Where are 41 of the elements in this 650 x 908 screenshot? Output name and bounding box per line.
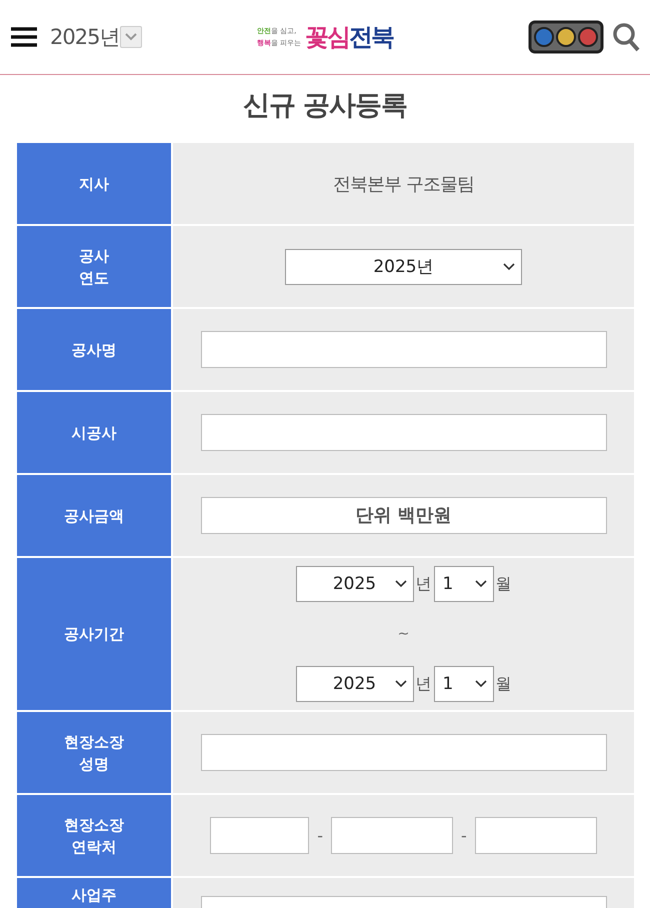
chevron-down-icon	[474, 580, 486, 588]
input-field[interactable]	[210, 817, 310, 854]
month-select[interactable]: 1	[434, 666, 494, 702]
dash-separator: -	[317, 826, 323, 845]
month-unit: 월	[496, 674, 512, 694]
field-label: 지사	[17, 143, 171, 224]
input-field[interactable]	[200, 734, 606, 771]
field-label: 사업주	[17, 878, 171, 908]
input-field[interactable]	[200, 331, 606, 368]
year-unit: 년	[416, 574, 432, 594]
field-label: 공사금액	[17, 475, 171, 556]
menu-icon[interactable]	[10, 26, 38, 48]
page-title: 신규 공사등록	[242, 89, 408, 123]
field-label: 현장소장 연락처	[17, 795, 171, 876]
input-field[interactable]	[200, 414, 606, 451]
month-select[interactable]: 1	[434, 566, 494, 602]
chevron-down-icon[interactable]	[120, 26, 142, 48]
field-label: 공사기간	[17, 558, 171, 710]
chevron-down-icon	[394, 580, 406, 588]
field-label: 현장소장 성명	[17, 712, 171, 793]
branch-value: 전북본부 구조물팀	[333, 172, 474, 196]
year-dropdown[interactable]: 2025년	[50, 23, 120, 51]
chevron-down-icon	[394, 680, 406, 688]
search-icon[interactable]	[612, 22, 640, 52]
chevron-down-icon	[503, 262, 515, 270]
chevron-down-icon	[474, 680, 486, 688]
field-label: 시공사	[17, 392, 171, 473]
tilde-separator: ~	[398, 626, 410, 642]
field-label: 공사명	[17, 309, 171, 390]
year-unit: 년	[416, 674, 432, 694]
input-field[interactable]: 단위 백만원	[200, 497, 606, 534]
year-select[interactable]: 2025년	[285, 248, 522, 284]
month-unit: 월	[496, 574, 512, 594]
dash-separator: -	[461, 826, 467, 845]
logo-brand: 꽃심전북	[305, 21, 394, 53]
input-field[interactable]	[474, 817, 597, 854]
year-select[interactable]: 2025	[296, 666, 414, 702]
input-field[interactable]	[331, 817, 453, 854]
field-label: 공사 연도	[17, 226, 171, 307]
traffic-light-icon[interactable]	[528, 20, 604, 54]
year-select[interactable]: 2025	[296, 566, 414, 602]
